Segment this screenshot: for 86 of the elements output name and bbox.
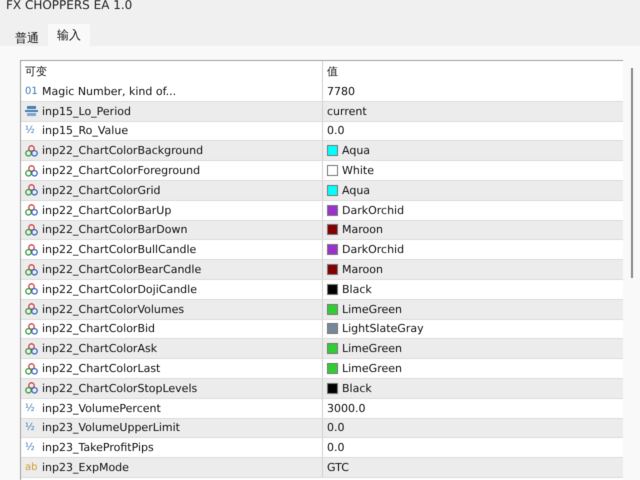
parameter-name: inp22_ChartColorBarDown <box>42 223 188 236</box>
parameter-name: inp23_TakeProfitPips <box>42 441 154 454</box>
parameter-name: inp22_ChartColorDojiCandle <box>42 282 197 296</box>
circles-icon <box>25 244 38 256</box>
parameter-name: inp22_ChartColorBarUp <box>42 204 172 217</box>
table-row[interactable]: inp22_ChartColorLast LimeGreen <box>21 359 623 379</box>
tab[interactable]: 普通 <box>6 27 48 46</box>
parameter-name: inp22_ChartColorBearCandle <box>42 263 202 276</box>
table-row[interactable]: inp22_ChartColorBackground Aqua <box>21 141 623 162</box>
parameter-value: 7780 <box>327 84 355 98</box>
parameter-name: inp22_ChartColorAsk <box>42 342 158 356</box>
table-row[interactable]: ½ inp15_Ro_Value 0.0 <box>21 122 623 142</box>
parameter-name: inp15_Ro_Value <box>42 124 128 138</box>
circles-icon <box>25 322 38 335</box>
tab[interactable]: 输入 <box>48 24 90 46</box>
table-row[interactable]: inp22_ChartColorBullCandle DarkOrchid <box>21 240 623 260</box>
circles-icon <box>25 144 38 157</box>
parameter-value: Black <box>342 382 372 395</box>
parameter-name: inp22_ChartColorLast <box>42 362 160 376</box>
type-icon: ½ <box>25 422 38 434</box>
parameter-name: inp22_ChartColorVolumes <box>42 302 184 316</box>
circles-icon <box>25 303 38 316</box>
type-icon: ab <box>25 462 38 474</box>
table-row[interactable]: inp22_ChartColorGrid Aqua <box>21 180 623 201</box>
parameter-value: GTC <box>327 461 349 474</box>
parameter-value: 3000.0 <box>327 402 366 415</box>
parameter-value: 0.0 <box>327 421 344 434</box>
parameter-value: 0.0 <box>327 124 344 138</box>
parameter-name: inp15_Lo_Period <box>42 104 131 118</box>
type-icon: ½ <box>25 402 38 414</box>
column-header: 值 <box>327 64 338 79</box>
circles-icon <box>25 342 38 355</box>
parameter-value: current <box>327 104 367 118</box>
circles-icon <box>25 224 38 236</box>
parameter-value: LimeGreen <box>342 342 402 356</box>
parameter-value: White <box>342 164 374 178</box>
table-row[interactable]: ½ inp23_VolumePercent 3000.0 <box>21 398 623 419</box>
table-row[interactable]: inp22_ChartColorBearCandle Maroon <box>21 260 623 280</box>
parameter-name: inp22_ChartColorBullCandle <box>42 243 196 256</box>
table-row[interactable]: inp22_ChartColorDojiCandle Black <box>21 280 623 300</box>
parameter-name: inp22_ChartColorStopLevels <box>42 382 198 395</box>
table-row[interactable]: inp22_ChartColorVolumes LimeGreen <box>21 300 623 320</box>
circles-icon <box>25 283 38 296</box>
circles-icon <box>25 204 38 216</box>
parameter-value: LimeGreen <box>342 362 402 376</box>
table-row[interactable]: inp15_Lo_Period current <box>21 102 623 122</box>
parameter-name: inp22_ChartColorBid <box>42 322 156 336</box>
table-row[interactable]: ½ inp23_VolumeUpperLimit 0.0 <box>21 418 623 438</box>
circles-icon <box>25 382 38 394</box>
circles-icon <box>25 184 38 196</box>
table-row[interactable]: 01 Magic Number, kind of... 7780 <box>21 82 623 102</box>
table-row[interactable]: inp22_ChartColorForeground White <box>21 161 623 181</box>
circles-icon <box>25 164 38 177</box>
parameter-value: LimeGreen <box>342 302 402 316</box>
type-icon: ½ <box>25 125 38 136</box>
table-row[interactable]: ½ inp23_TakeProfitPips 0.0 <box>21 438 623 458</box>
scrollbar-thumb[interactable] <box>630 68 632 278</box>
parameter-value: Maroon <box>342 223 383 236</box>
parameter-value: Black <box>342 282 372 296</box>
table-row[interactable]: ab inp23_ExpMode GTC <box>21 458 623 478</box>
parameter-value: DarkOrchid <box>342 204 404 217</box>
table-row[interactable]: inp22_ChartColorAsk LimeGreen <box>21 339 623 360</box>
parameter-value: LightSlateGray <box>342 322 424 336</box>
parameter-name: inp23_ExpMode <box>42 461 129 474</box>
parameter-value: 0.0 <box>327 441 344 454</box>
list-icon <box>25 105 38 118</box>
circles-icon <box>25 362 38 375</box>
parameter-name: inp23_VolumePercent <box>42 402 161 415</box>
parameter-value: DarkOrchid <box>342 243 404 256</box>
parameter-value: Aqua <box>342 184 370 197</box>
parameter-name: inp22_ChartColorBackground <box>42 144 204 158</box>
table-row[interactable]: inp22_ChartColorBarUp DarkOrchid <box>21 200 623 221</box>
parameter-name: Magic Number, kind of... <box>42 84 176 98</box>
parameter-name: inp23_VolumeUpperLimit <box>42 421 180 434</box>
circles-icon <box>25 264 38 276</box>
table-row[interactable]: inp22_ChartColorStopLevels Black <box>21 378 623 399</box>
parameter-name: inp22_ChartColorForeground <box>42 164 200 178</box>
table-row[interactable]: inp22_ChartColorBid LightSlateGray <box>21 320 623 340</box>
type-icon: 01 <box>25 86 38 97</box>
parameter-value: Maroon <box>342 263 383 276</box>
type-icon: ½ <box>25 442 38 454</box>
parameter-name: inp22_ChartColorGrid <box>42 184 161 197</box>
parameter-value: Aqua <box>342 144 370 158</box>
window-title: FX CHOPPERS EA 1.0 <box>5 0 134 12</box>
table-row[interactable]: inp22_ChartColorBarDown Maroon <box>21 220 623 240</box>
column-header: 可变 <box>25 64 47 79</box>
